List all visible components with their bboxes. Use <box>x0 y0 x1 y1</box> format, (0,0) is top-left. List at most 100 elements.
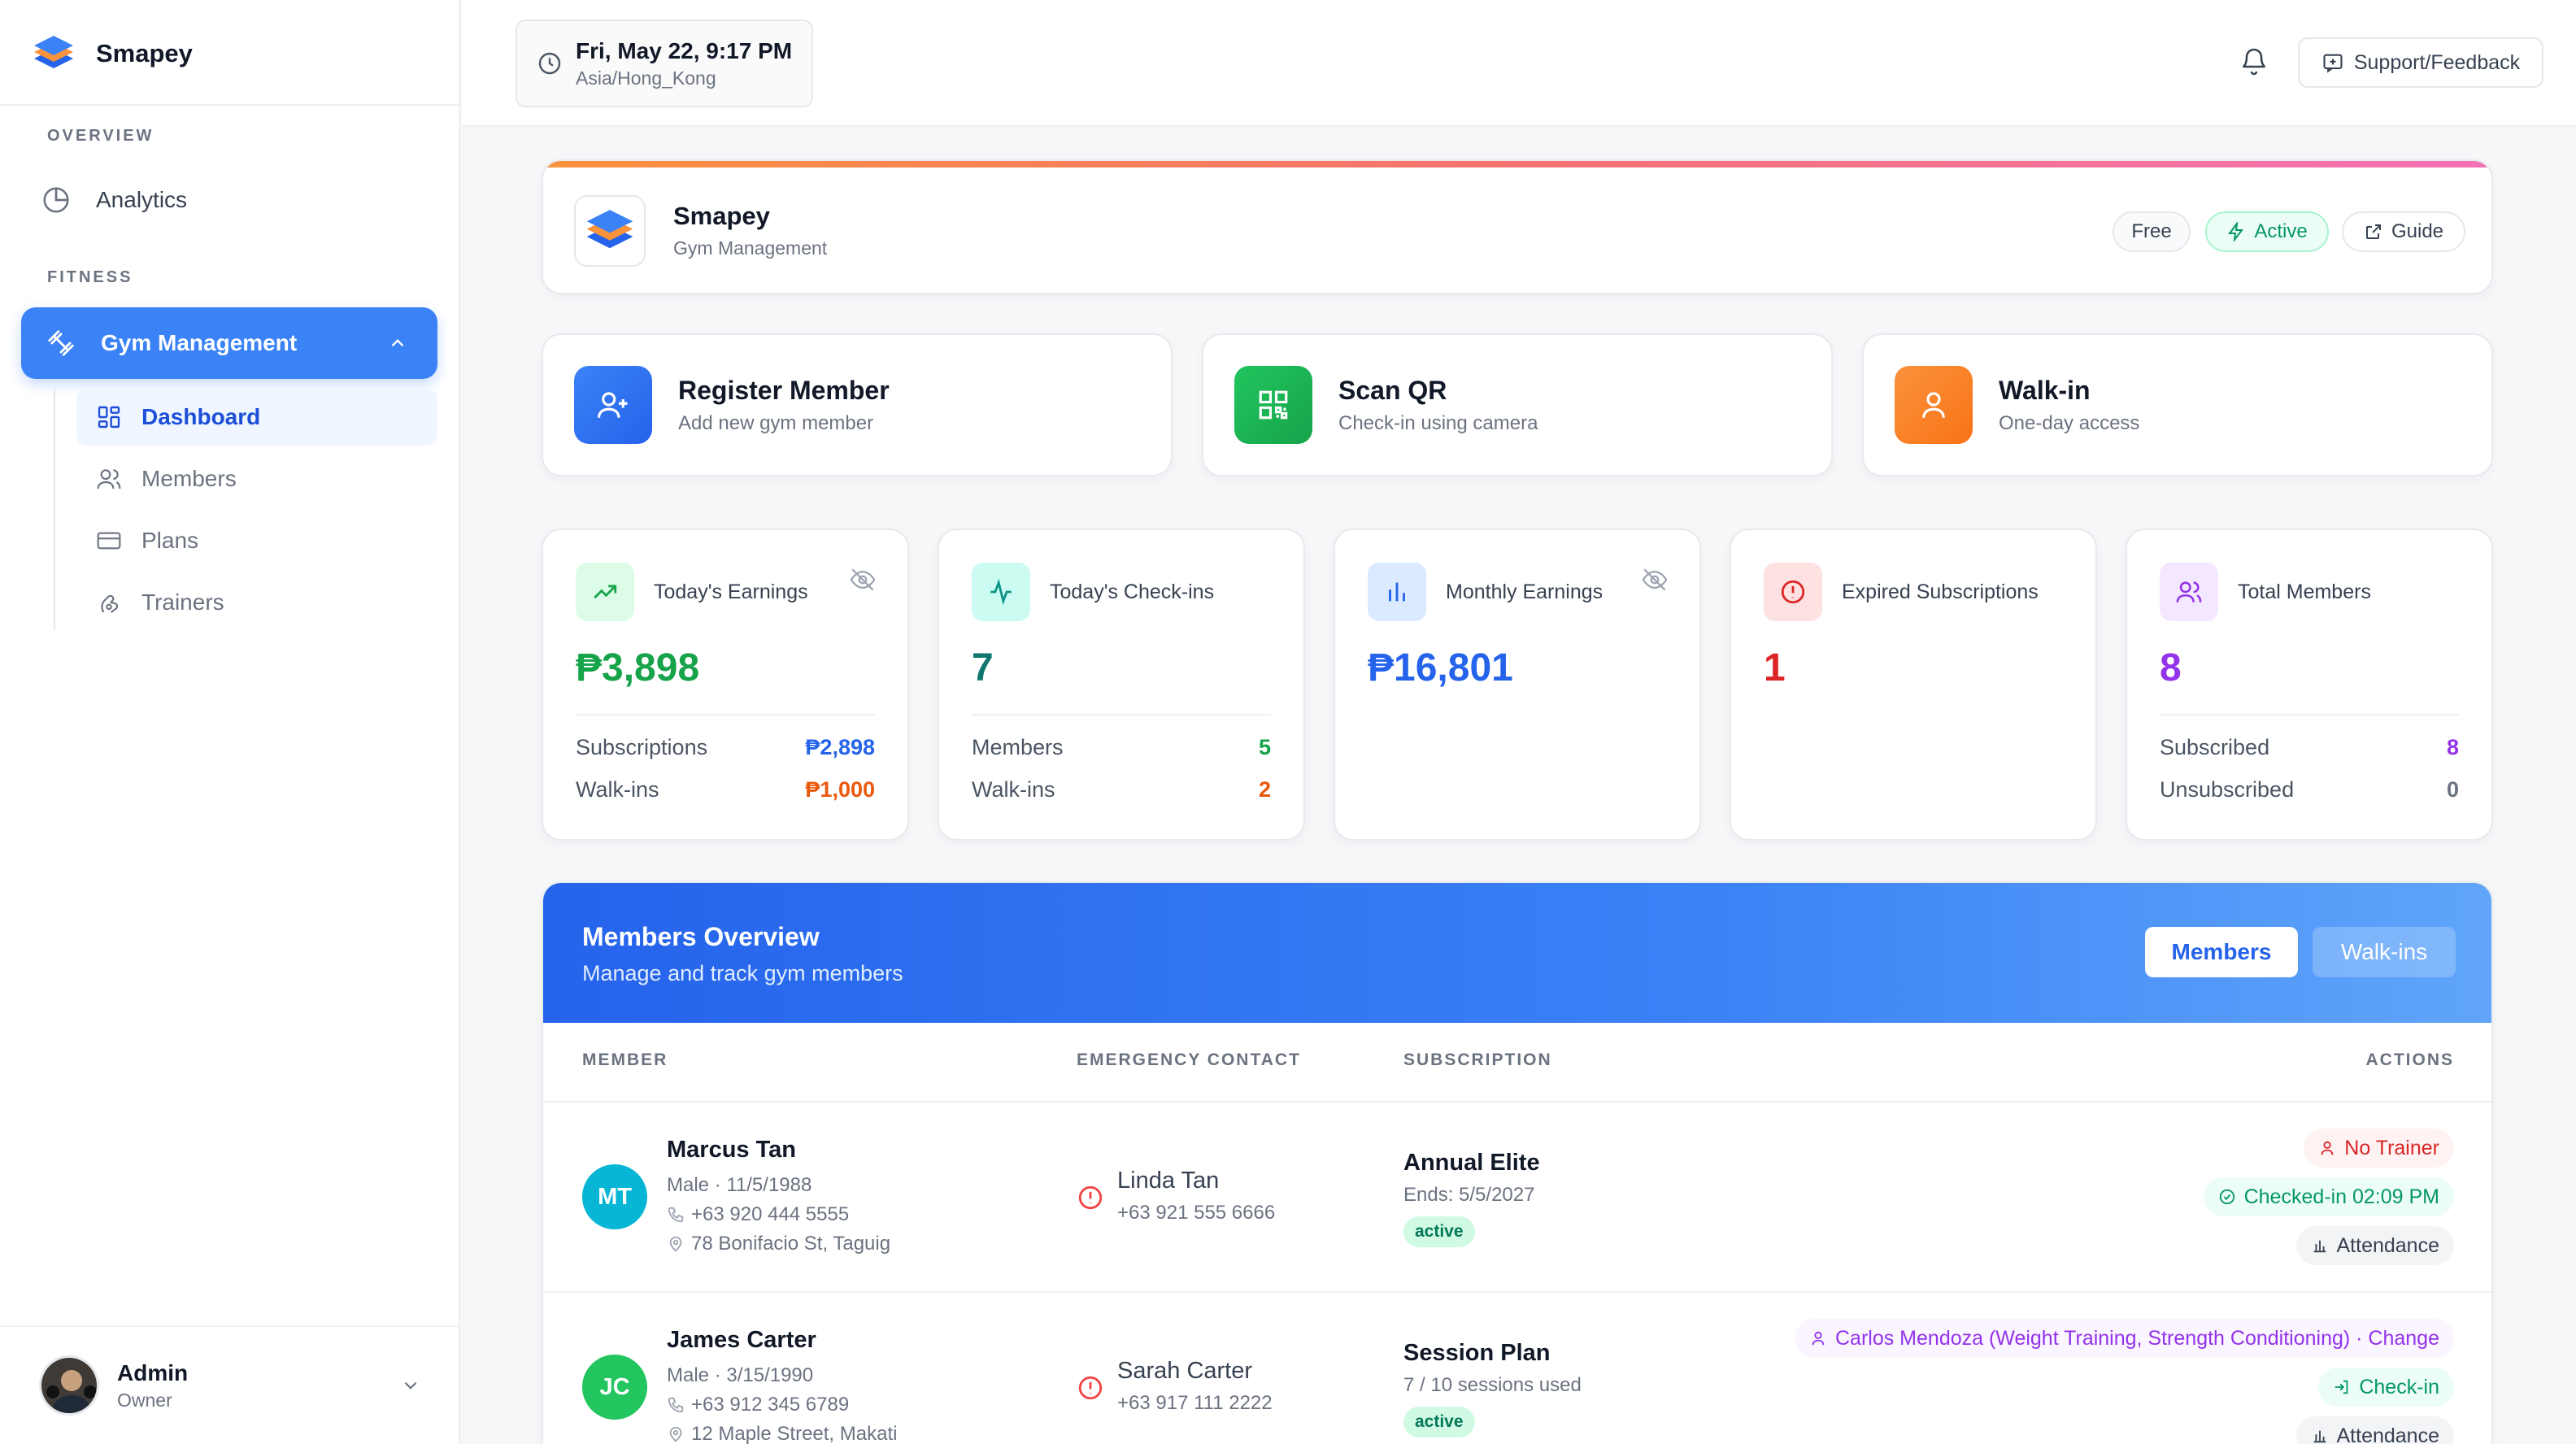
monthly-earnings-card: Monthly Earnings ₱16,801 <box>1334 528 1701 841</box>
action-subtitle: One-day access <box>1999 411 2140 434</box>
trainer-label: Carlos Mendoza (Weight Training, Strengt… <box>1835 1326 2439 1350</box>
sidebar-item-gym-management[interactable]: Gym Management <box>21 307 437 379</box>
total-members-card: Total Members 8 Subscribed 8 Unsubscribe… <box>2126 528 2493 841</box>
guide-button[interactable]: Guide <box>2342 211 2465 252</box>
emergency-contact-name: Sarah Carter <box>1117 1358 1253 1384</box>
tab-walk-ins[interactable]: Walk-ins <box>2313 927 2456 977</box>
divider <box>0 104 459 106</box>
action-title: Scan QR <box>1338 375 1447 405</box>
sidebar-item-label: Trainers <box>141 589 224 615</box>
map-pin-icon <box>669 1426 682 1442</box>
chevron-up-icon[interactable] <box>387 333 408 354</box>
sidebar-item-trainers[interactable]: Trainers <box>76 574 437 631</box>
message-plus-icon <box>2323 54 2343 73</box>
member-name[interactable]: James Carter <box>667 1327 816 1354</box>
user-menu[interactable]: Admin Owner <box>0 1325 460 1444</box>
alert-circle-icon <box>1764 563 1822 621</box>
bar-chart-icon <box>2313 1430 2326 1443</box>
subscription-detail: 7 / 10 sessions used <box>1403 1374 1582 1396</box>
check-in-button[interactable]: Check-in <box>2318 1368 2454 1407</box>
member-gender-dob: Male · 3/15/1990 <box>667 1364 814 1386</box>
phone-icon <box>668 1397 684 1413</box>
attendance-button[interactable]: Attendance <box>2295 1416 2454 1444</box>
emergency-contact-phone: +63 917 111 2222 <box>1117 1392 1273 1414</box>
pie-chart-icon <box>43 187 69 213</box>
scan-qr-card[interactable]: Scan QR Check-in using camera <box>1202 333 1833 476</box>
subnav-guide-line <box>54 389 55 629</box>
app-subtitle: Gym Management <box>673 237 828 259</box>
accent-bar <box>543 161 2491 167</box>
members-header: Members Overview Manage and track gym me… <box>543 883 2491 1023</box>
activity-icon <box>972 563 1030 621</box>
user-icon <box>2321 1141 2334 1155</box>
walk-in-card[interactable]: Walk-in One-day access <box>1862 333 2493 476</box>
member-gender-dob: Male · 11/5/1988 <box>667 1174 812 1196</box>
stat-row-label: Walk-ins <box>972 777 1055 802</box>
login-icon <box>2335 1380 2348 1394</box>
check-circle-icon <box>2219 1189 2234 1205</box>
sidebar-item-label: Analytics <box>96 187 188 212</box>
user-role: Owner <box>117 1389 172 1411</box>
alert-circle-icon <box>1078 1376 1103 1400</box>
checkin-label: Checked-in 02:09 PM <box>2243 1185 2439 1208</box>
sidebar-item-members[interactable]: Members <box>76 450 437 507</box>
stat-label: Today's Earnings <box>654 581 808 603</box>
stat-row-label: Members <box>972 735 1064 759</box>
phone-number: +63 912 345 6789 <box>691 1394 850 1416</box>
member-name[interactable]: Marcus Tan <box>667 1137 796 1163</box>
todays-checkins-card: Today's Check-ins 7 Members 5 Walk-ins 2 <box>938 528 1305 841</box>
qr-code-icon <box>1234 366 1312 444</box>
support-feedback-button[interactable]: Support/Feedback <box>2298 37 2543 88</box>
clock-icon <box>538 52 561 75</box>
hide-value-button[interactable] <box>849 566 877 594</box>
trainer-label: No Trainer <box>2344 1136 2439 1159</box>
notifications-button[interactable] <box>2239 47 2269 76</box>
eye-off-icon <box>1642 568 1668 591</box>
subscription-plan: Annual Elite <box>1403 1150 1540 1176</box>
status-label: Active <box>2254 220 2308 242</box>
member-phone: +63 920 444 5555 <box>667 1203 849 1226</box>
app-header-card: Smapey Gym Management Free Active Guide <box>542 159 2493 294</box>
stat-value: 7 <box>972 646 994 689</box>
stat-row-value: 5 <box>1258 735 1271 759</box>
member-info: Male · 3/15/1990 <box>667 1364 813 1387</box>
action-subtitle: Check-in using camera <box>1338 411 1538 434</box>
trainer-icon <box>101 594 119 613</box>
member-avatar: JC <box>582 1355 647 1420</box>
attendance-button[interactable]: Attendance <box>2295 1226 2454 1265</box>
bar-chart-icon <box>1368 563 1426 621</box>
stat-row-value: 8 <box>2446 735 2459 759</box>
chevron-down-icon[interactable] <box>400 1375 421 1396</box>
column-header-actions: ACTIONS <box>2365 1050 2454 1069</box>
brand[interactable]: Smapey <box>31 31 193 76</box>
member-avatar: MT <box>582 1164 647 1229</box>
stat-row: Unsubscribed 0 <box>2160 777 2459 802</box>
sidebar-item-plans[interactable]: Plans <box>76 512 437 569</box>
emergency-contact-phone: +63 921 555 6666 <box>1117 1202 1276 1224</box>
address-text: 12 Maple Street, Makati <box>691 1423 898 1444</box>
column-header-subscription[interactable]: SUBSCRIPTION <box>1403 1050 1552 1070</box>
app-title: Smapey <box>673 202 770 230</box>
subscription-plan: Session Plan <box>1403 1340 1551 1366</box>
attendance-label: Attendance <box>2336 1424 2440 1444</box>
column-header-member[interactable]: MEMBER <box>582 1050 668 1070</box>
register-member-card[interactable]: Register Member Add new gym member <box>542 333 1173 476</box>
sidebar-item-analytics[interactable]: Analytics <box>41 176 187 224</box>
stat-row-value: ₱1,000 <box>805 777 875 802</box>
section-title: Members Overview <box>582 922 820 951</box>
sidebar-item-label: Members <box>141 466 237 491</box>
smapey-logo-icon <box>586 210 633 249</box>
action-title: Register Member <box>678 375 890 405</box>
member-phone: +63 912 345 6789 <box>667 1394 849 1416</box>
sidebar-item-dashboard[interactable]: Dashboard <box>76 389 437 446</box>
smapey-logo-icon <box>34 36 73 68</box>
stat-row-value: 0 <box>2446 777 2459 802</box>
stat-row-label: Subscribed <box>2160 735 2270 759</box>
assign-trainer-button[interactable]: No Trainer <box>2304 1129 2454 1168</box>
users-icon <box>97 469 121 489</box>
column-header-emergency[interactable]: EMERGENCY CONTACT <box>1077 1050 1301 1070</box>
action-subtitle: Add new gym member <box>678 411 874 434</box>
change-trainer-button[interactable]: Carlos Mendoza (Weight Training, Strengt… <box>1795 1319 2454 1358</box>
tab-members[interactable]: Members <box>2145 927 2298 977</box>
hide-value-button[interactable] <box>1641 566 1669 594</box>
